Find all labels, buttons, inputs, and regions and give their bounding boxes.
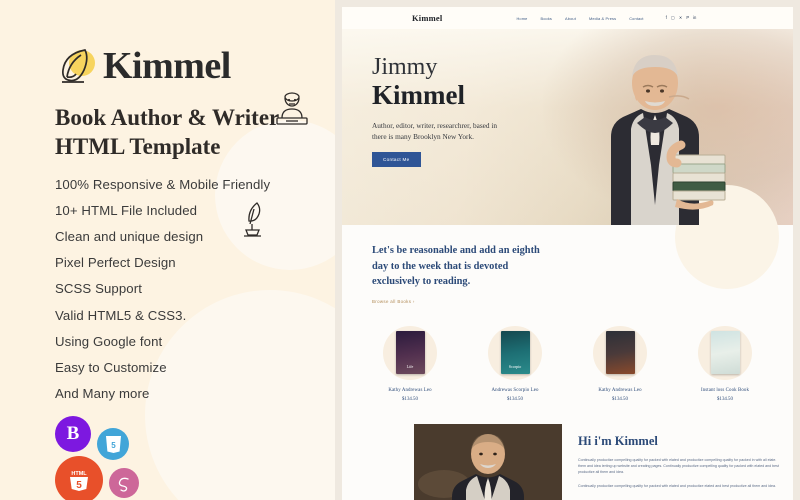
book-card[interactable]: Scorpio Andrewas Scorpio Leo $134.50 — [469, 325, 561, 402]
sass-badge — [109, 468, 139, 499]
svg-text:HTML: HTML — [71, 471, 87, 477]
hero-subtitle: Author, editor, writer, researchrer, bas… — [372, 120, 498, 142]
website-preview: Kimmel Home Books About Media & Press Co… — [335, 0, 800, 500]
feature-item: 100% Responsive & Mobile Friendly — [55, 176, 271, 192]
about-title: Hi i'm Kimmel — [578, 433, 658, 448]
book-cover-label: Life — [406, 364, 414, 370]
promo-logo-text: Kimmel — [103, 45, 231, 87]
feature-list: 100% Responsive & Mobile Friendly 10+ HT… — [55, 176, 335, 402]
about-paragraph: Continually productize compelling qualit… — [578, 483, 776, 488]
hero-section: Jimmy Kimmel Author, editor, writer, res… — [342, 29, 793, 225]
book-price: $134.50 — [717, 396, 733, 402]
about-section: Hi i'm Kimmel Continually productize com… — [342, 415, 793, 500]
nav-item-home[interactable]: Home — [516, 16, 527, 21]
book-thumbnail — [698, 325, 752, 380]
writer-desk-icon — [276, 92, 308, 125]
nav-item-books[interactable]: Books — [540, 16, 552, 21]
about-paragraph: Continually productize compelling qualit… — [578, 457, 779, 475]
feature-item: Using Google font — [55, 333, 163, 349]
book-price: $134.50 — [507, 396, 523, 402]
nav-item-media-press[interactable]: Media & Press — [589, 16, 616, 21]
feature-item: Pixel Perfect Design — [55, 255, 176, 271]
bootstrap-badge-label: B — [66, 423, 80, 445]
book-title: Kathy Andrewas Leo — [388, 387, 432, 393]
hero-first-name: Jimmy — [372, 54, 438, 80]
book-thumbnail — [593, 325, 647, 380]
quill-feather-icon — [55, 44, 97, 88]
book-title: Kathy Andrewas Leo — [598, 387, 642, 393]
promo-banner: Kimmel Book Author & Writer HTML Templat… — [0, 0, 800, 500]
quill-pen-icon — [244, 202, 261, 237]
site-social-links: f ▢ ✕ P in — [666, 15, 697, 20]
book-thumbnail: Scorpio — [488, 325, 542, 380]
book-title: Andrewas Scorpio Leo — [491, 387, 539, 393]
book-price: $134.50 — [402, 396, 418, 402]
feature-item: Valid HTML5 & CSS3. — [55, 307, 187, 323]
book-list: Life Kathy Andrewas Leo $134.50 Scorpio … — [342, 315, 793, 416]
facebook-icon[interactable]: f — [666, 15, 667, 20]
bootstrap-badge: B — [55, 416, 91, 453]
book-title: Instant loss Cook Book — [701, 387, 749, 393]
feature-item: Clean and unique design — [55, 228, 204, 244]
book-cover-image — [605, 331, 635, 375]
feature-item: Easy to Customize — [55, 359, 167, 375]
book-price: $134.50 — [612, 396, 628, 402]
quote-section: Let's be reasonable and add an eighth da… — [342, 185, 793, 316]
site-nav-links: Home Books About Media & Press Contact — [516, 16, 643, 21]
feature-item: 10+ HTML File Included — [55, 202, 198, 218]
about-text-block: Hi i'm Kimmel Continually productize com… — [562, 424, 793, 500]
browse-all-books-link[interactable]: Browse all Books › — [372, 299, 415, 304]
svg-text:5: 5 — [111, 441, 116, 450]
feature-item: SCSS Support — [55, 281, 142, 297]
hero-last-name: Kimmel — [372, 80, 465, 111]
twitter-x-icon[interactable]: ✕ — [679, 15, 683, 20]
svg-text:5: 5 — [76, 480, 82, 491]
about-author-photo — [414, 423, 562, 500]
nav-item-contact[interactable]: Contact — [629, 16, 643, 21]
site-navbar: Kimmel Home Books About Media & Press Co… — [342, 7, 793, 29]
nav-item-about[interactable]: About — [565, 16, 576, 21]
feature-item: And Many more — [55, 386, 150, 402]
site-brand: Kimmel — [412, 13, 443, 23]
book-card[interactable]: Kathy Andrewas Leo $134.50 — [574, 325, 666, 402]
technology-badges: B 5 HTML 5 — [55, 416, 215, 500]
quote-text: Let's be reasonable and add an eighth da… — [372, 245, 540, 288]
book-cover-image: Scorpio — [500, 331, 530, 375]
promo-panel: Kimmel Book Author & Writer HTML Templat… — [0, 0, 335, 500]
book-card[interactable]: Instant loss Cook Book $134.50 — [679, 325, 771, 402]
pinterest-icon[interactable]: P — [686, 15, 689, 20]
book-cover-image — [710, 331, 740, 375]
promo-logo: Kimmel — [55, 44, 335, 88]
book-thumbnail: Life — [383, 325, 437, 380]
css3-badge: 5 — [97, 428, 129, 461]
promo-headline: Book Author & Writer HTML Template — [55, 105, 279, 159]
book-cover-image: Life — [395, 331, 425, 375]
html5-badge: HTML 5 — [55, 456, 103, 500]
book-card[interactable]: Life Kathy Andrewas Leo $134.50 — [364, 325, 456, 402]
instagram-icon[interactable]: ▢ — [671, 15, 675, 20]
book-cover-label: Scorpio — [508, 364, 522, 370]
contact-me-button[interactable]: Contact Me — [372, 152, 421, 168]
hero-content: Jimmy Kimmel Author, editor, writer, res… — [342, 29, 793, 168]
linkedin-icon[interactable]: in — [693, 15, 696, 20]
